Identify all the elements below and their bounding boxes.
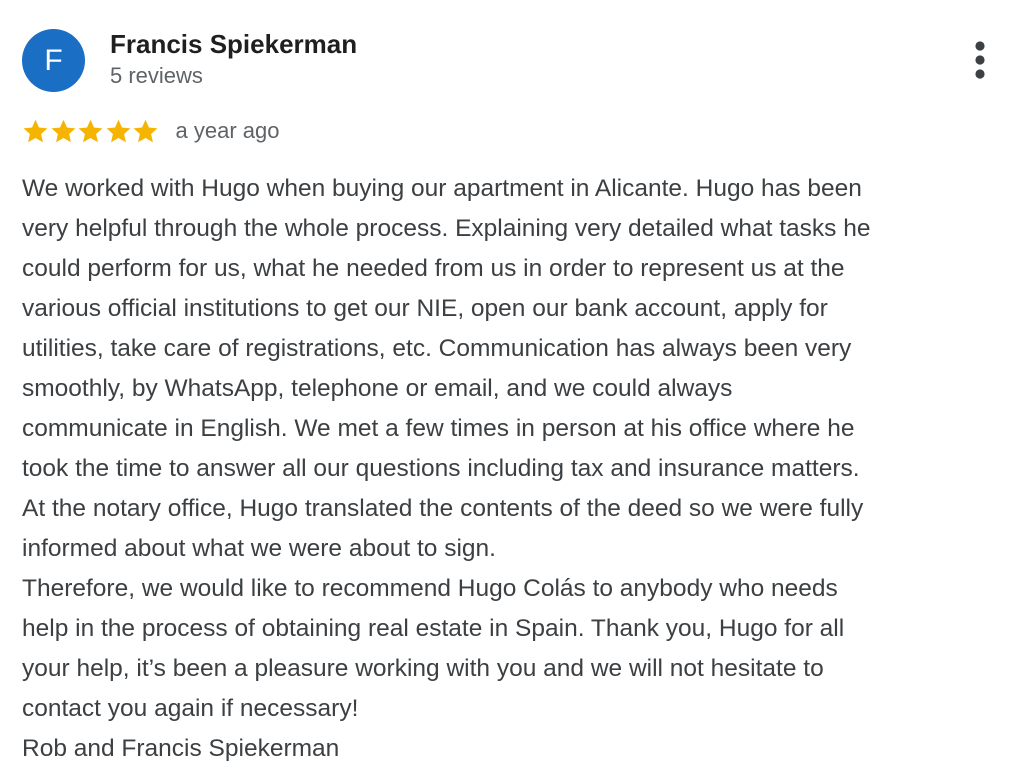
review-text-line: could perform for us, what he needed fro…: [22, 255, 845, 282]
reviewer-name[interactable]: Francis Spiekerman: [110, 27, 357, 61]
review-count[interactable]: 5 reviews: [110, 61, 203, 91]
star-icon: [51, 119, 75, 142]
review-text-line: your help, it’s been a pleasure working …: [22, 655, 824, 682]
avatar[interactable]: F: [22, 29, 85, 92]
review-text-line: smoothly, by WhatsApp, telephone or emai…: [22, 375, 733, 402]
review-text-line: help in the process of obtaining real es…: [22, 615, 845, 642]
rating-row: a year ago: [22, 114, 279, 148]
star-icon: [23, 119, 48, 142]
more-options-button[interactable]: [958, 38, 1002, 84]
review-text-line: informed about what we were about to sig…: [22, 535, 496, 562]
star-icon: [106, 119, 130, 142]
review-text-line: contact you again if necessary!: [22, 695, 359, 722]
review-text: We worked with Hugo when buying our apar…: [22, 169, 1027, 769]
review-text-line: various official institutions to get our…: [22, 295, 828, 322]
review-text-line: We worked with Hugo when buying our apar…: [22, 175, 862, 202]
review-text-line: utilities, take care of registrations, e…: [22, 335, 852, 362]
review-card: F Francis Spiekerman 5 reviews a year ag…: [0, 0, 1034, 778]
more-vert-icon: [975, 41, 985, 79]
review-text-line: Therefore, we would like to recommend Hu…: [22, 575, 838, 602]
review-text-line: took the time to answer all our question…: [22, 455, 860, 482]
review-text-line: Rob and Francis Spiekerman: [22, 735, 340, 762]
review-text-line: very helpful through the whole process. …: [22, 215, 871, 242]
review-text-line: At the notary office, Hugo translated th…: [22, 495, 864, 522]
review-date: a year ago: [175, 118, 280, 143]
star-icon: [133, 119, 158, 142]
review-text-line: communicate in English. We met a few tim…: [22, 415, 855, 442]
star-rating: [22, 118, 160, 145]
star-icon: [78, 119, 103, 142]
